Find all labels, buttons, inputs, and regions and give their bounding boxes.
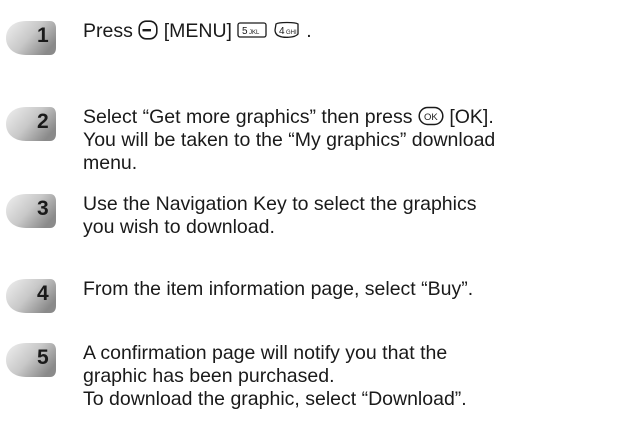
ok-label: [OK].: [449, 106, 494, 128]
step-number: 3: [37, 197, 49, 220]
step-line: Press [MENU] 5 JKL 4 GHI .: [83, 20, 613, 43]
key5-digit: 5: [242, 26, 248, 37]
step-line: From the item information page, select “…: [83, 278, 474, 300]
press-text: Press: [83, 20, 133, 42]
step-badge: 2: [0, 104, 62, 144]
key-4-ghi-icon: 4 GHI: [273, 20, 301, 40]
step-text: A confirmation page will notify you that…: [83, 342, 613, 411]
step-text: From the item information page, select “…: [83, 278, 613, 301]
period: .: [306, 20, 312, 42]
step-line: A confirmation page will notify you that…: [83, 342, 448, 364]
key-5-jkl-icon: 5 JKL: [237, 20, 268, 40]
step-line: you wish to download.: [83, 216, 275, 238]
ok-key-icon: OK: [418, 106, 444, 126]
key4-letters: GHI: [286, 30, 297, 36]
step-number: 4: [37, 282, 49, 305]
key5-letters: JKL: [249, 30, 260, 36]
step-badge: 4: [0, 276, 62, 316]
step-line: Use the Navigation Key to select the gra…: [83, 193, 477, 215]
step-text: Use the Navigation Key to select the gra…: [83, 193, 613, 239]
ok-icon-label: OK: [424, 112, 438, 123]
left-softkey-icon: [138, 20, 158, 40]
step-badge: 3: [0, 191, 62, 231]
step-text: Select “Get more graphics” then press OK…: [83, 106, 613, 175]
key4-digit: 4: [279, 26, 285, 37]
step-text: Press [MENU] 5 JKL 4 GHI .: [83, 20, 613, 43]
step-line: Select “Get more graphics” then press OK…: [83, 106, 613, 129]
step-number: 1: [37, 24, 49, 47]
step-number: 2: [37, 110, 49, 133]
step-line: To download the graphic, select “Downloa…: [83, 388, 467, 410]
step-badge: 1: [0, 18, 62, 58]
step-line: menu.: [83, 152, 138, 174]
menu-label: [MENU]: [163, 20, 232, 42]
step-line: You will be taken to the “My graphics” d…: [83, 129, 496, 151]
step-line: graphic has been purchased.: [83, 365, 335, 387]
step-line-text: Select “Get more graphics” then press: [83, 106, 413, 128]
step-badge: 5: [0, 340, 62, 380]
step-number: 5: [37, 346, 49, 369]
